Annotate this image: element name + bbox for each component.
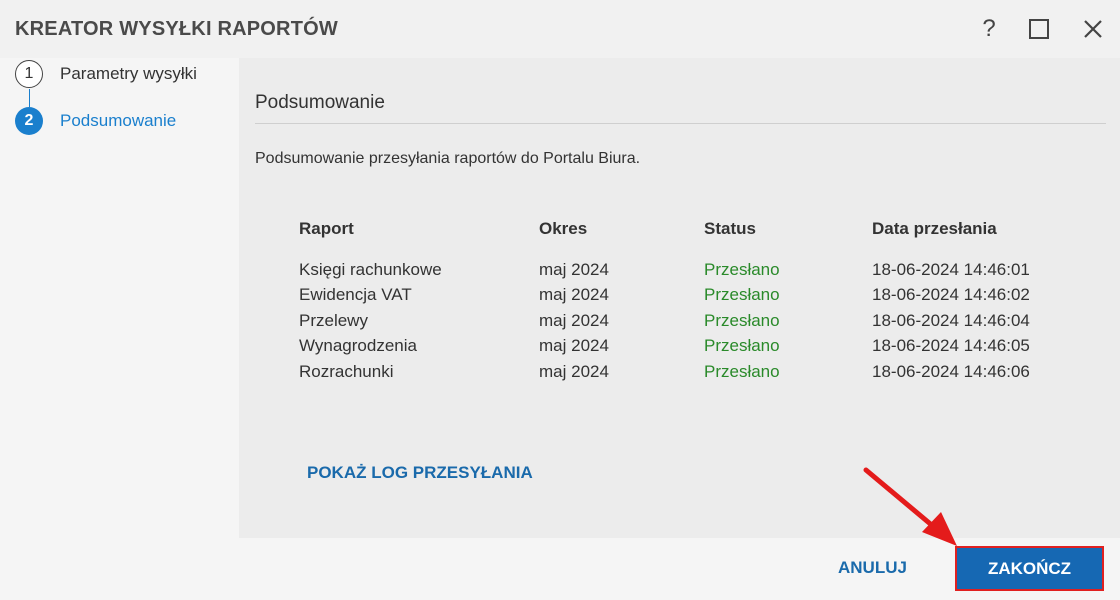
close-button[interactable]	[1078, 14, 1108, 44]
period-cell: maj 2024	[539, 310, 609, 330]
wizard-steps: 1 Parametry wysyłki 2 Podsumowanie	[0, 58, 239, 538]
status-cell: Przesłano	[704, 361, 780, 381]
table-row: Ewidencja VAT maj 2024 Przesłano 18-06-2…	[299, 283, 1052, 309]
title-bar: KREATOR WYSYŁKI RAPORTÓW ?	[0, 0, 1120, 58]
show-log-link[interactable]: POKAŻ LOG PRZESYŁANIA	[307, 463, 533, 483]
step-summary[interactable]: 2 Podsumowanie	[15, 107, 176, 135]
step-connector-line	[29, 89, 30, 107]
column-header-status: Status	[704, 219, 756, 238]
step-label: Podsumowanie	[60, 111, 177, 130]
column-header-date: Data przesłania	[872, 219, 997, 238]
section-title: Podsumowanie	[255, 92, 385, 113]
table-header-row: Raport Okres Status Data przesłania	[299, 218, 1052, 257]
period-cell: maj 2024	[539, 259, 609, 279]
step-number-circle: 1	[15, 60, 43, 88]
close-icon	[1084, 20, 1102, 38]
section-divider	[255, 123, 1106, 124]
period-cell: maj 2024	[539, 336, 609, 356]
help-button[interactable]: ?	[974, 14, 1004, 44]
dialog-footer: ANULUJ ZAKOŃCZ	[0, 538, 1120, 600]
column-header-report: Raport	[299, 219, 354, 238]
cancel-button[interactable]: ANULUJ	[838, 558, 907, 578]
dialog-title: KREATOR WYSYŁKI RAPORTÓW	[15, 18, 338, 40]
report-table: Raport Okres Status Data przesłania Księ…	[299, 218, 1052, 385]
report-name-cell: Rozrachunki	[299, 361, 394, 381]
status-cell: Przesłano	[704, 336, 780, 356]
date-cell: 18-06-2024 14:46:06	[872, 361, 1030, 381]
period-cell: maj 2024	[539, 361, 609, 381]
date-cell: 18-06-2024 14:46:05	[872, 336, 1030, 356]
column-header-period: Okres	[539, 219, 588, 238]
report-name-cell: Ewidencja VAT	[299, 285, 412, 305]
report-wizard-dialog: KREATOR WYSYŁKI RAPORTÓW ? 1 Parametry w…	[0, 0, 1120, 600]
step-parameters[interactable]: 1 Parametry wysyłki	[15, 60, 197, 88]
table-row: Wynagrodzenia maj 2024 Przesłano 18-06-2…	[299, 334, 1052, 360]
status-cell: Przesłano	[704, 259, 780, 279]
maximize-icon	[1029, 19, 1049, 39]
date-cell: 18-06-2024 14:46:02	[872, 285, 1030, 305]
status-cell: Przesłano	[704, 285, 780, 305]
date-cell: 18-06-2024 14:46:04	[872, 310, 1030, 330]
period-cell: maj 2024	[539, 285, 609, 305]
report-name-cell: Księgi rachunkowe	[299, 259, 442, 279]
report-name-cell: Wynagrodzenia	[299, 336, 417, 356]
summary-description: Podsumowanie przesyłania raportów do Por…	[255, 150, 641, 167]
table-row: Przelewy maj 2024 Przesłano 18-06-2024 1…	[299, 308, 1052, 334]
summary-panel: Podsumowanie Podsumowanie przesyłania ra…	[239, 58, 1120, 538]
date-cell: 18-06-2024 14:46:01	[872, 259, 1030, 279]
status-cell: Przesłano	[704, 310, 780, 330]
question-mark-icon: ?	[982, 15, 996, 42]
step-number-circle: 2	[15, 107, 43, 135]
table-row: Rozrachunki maj 2024 Przesłano 18-06-202…	[299, 359, 1052, 385]
table-row: Księgi rachunkowe maj 2024 Przesłano 18-…	[299, 257, 1052, 283]
maximize-button[interactable]	[1024, 14, 1054, 44]
finish-button[interactable]: ZAKOŃCZ	[955, 546, 1104, 591]
step-label: Parametry wysyłki	[60, 64, 197, 83]
report-name-cell: Przelewy	[299, 310, 368, 330]
